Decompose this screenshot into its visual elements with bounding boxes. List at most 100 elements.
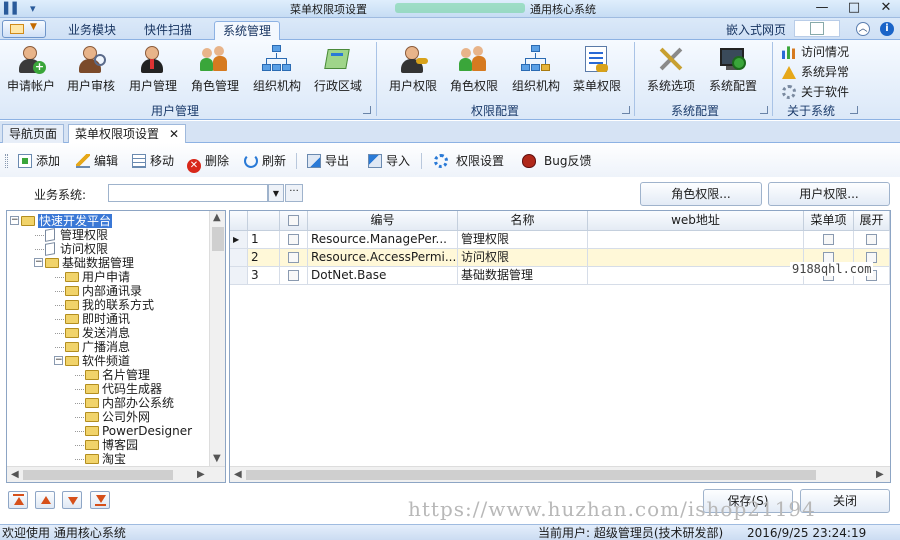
- permission-tree[interactable]: 快速开发平台 − 管理权限 访问权限 基础数据管理 − 用户申请 内部通讯录 我的联系方式 即时通…: [6, 210, 226, 483]
- tree-node[interactable]: 博客园: [85, 438, 138, 452]
- tree-node[interactable]: 我的联系方式: [65, 298, 154, 312]
- group-launcher-icon[interactable]: [363, 106, 371, 114]
- about-software-button[interactable]: 关于软件: [782, 83, 849, 101]
- role-manage-button[interactable]: 角色管理: [184, 44, 246, 100]
- grid-horizontal-scrollbar[interactable]: ◀ ▶: [230, 466, 890, 482]
- delete-button[interactable]: ✕ 删除: [187, 152, 229, 173]
- scroll-thumb[interactable]: [23, 470, 173, 480]
- row-select-checkbox[interactable]: [288, 252, 299, 263]
- row-select-cell[interactable]: [280, 249, 308, 267]
- cell-code[interactable]: DotNet.Base: [308, 267, 458, 285]
- edit-button[interactable]: 编辑: [76, 152, 118, 170]
- row-select-checkbox[interactable]: [288, 234, 299, 245]
- more-button[interactable]: ···: [285, 184, 303, 202]
- maximize-button[interactable]: □: [840, 0, 868, 17]
- cell-web[interactable]: [588, 267, 804, 285]
- tree-node[interactable]: 发送消息: [65, 326, 130, 340]
- close-button[interactable]: ✕: [872, 0, 900, 17]
- embed-webpage-checkbox[interactable]: [810, 22, 824, 35]
- info-icon[interactable]: i: [880, 22, 894, 36]
- tree-node[interactable]: 基础数据管理: [45, 256, 134, 270]
- tab-business-module[interactable]: 业务模块: [60, 21, 124, 40]
- tree-horizontal-scrollbar[interactable]: ◀ ▶: [7, 466, 225, 482]
- tree-node[interactable]: 管理权限: [45, 228, 108, 242]
- scroll-thumb[interactable]: [212, 227, 224, 251]
- scroll-right-icon[interactable]: ▶: [197, 469, 205, 480]
- permission-settings-button[interactable]: 权限设置: [434, 152, 504, 170]
- admin-region-button[interactable]: 行政区域: [307, 44, 369, 100]
- tree-node[interactable]: 公司外网: [85, 410, 150, 424]
- group-launcher-icon[interactable]: [760, 106, 768, 114]
- tree-node[interactable]: 软件频道: [65, 354, 130, 368]
- cell-code[interactable]: Resource.AccessPermi...: [308, 249, 458, 267]
- apply-account-button[interactable]: + 申请帐户: [0, 44, 62, 100]
- tab-menu-permission-settings[interactable]: 菜单权限项设置 ✕: [68, 124, 187, 143]
- user-audit-button[interactable]: 用户审核: [60, 44, 122, 100]
- tree-vertical-scrollbar[interactable]: ▲ ▼: [209, 211, 225, 467]
- collapse-icon[interactable]: −: [54, 356, 63, 365]
- cell-web[interactable]: [588, 231, 804, 249]
- grid-header-menu-item[interactable]: 菜单项: [804, 211, 854, 231]
- scroll-left-icon[interactable]: ◀: [11, 469, 19, 480]
- close-tab-icon[interactable]: ✕: [169, 127, 179, 141]
- tree-node[interactable]: PowerDesigner: [85, 424, 192, 438]
- move-up-button[interactable]: [35, 491, 55, 509]
- refresh-button[interactable]: 刷新: [244, 152, 286, 170]
- tab-system-manage[interactable]: 系统管理: [214, 21, 281, 40]
- collapse-icon[interactable]: −: [34, 258, 43, 267]
- minimize-button[interactable]: —: [808, 0, 836, 17]
- group-launcher-icon[interactable]: [850, 106, 858, 114]
- scroll-right-icon[interactable]: ▶: [876, 469, 884, 480]
- export-button[interactable]: 导出: [307, 152, 349, 170]
- cell-name[interactable]: 基础数据管理: [458, 267, 588, 285]
- quick-access-icon[interactable]: ▌▌: [4, 2, 21, 15]
- scroll-down-icon[interactable]: ▼: [213, 453, 221, 464]
- tree-node[interactable]: 名片管理: [85, 368, 150, 382]
- expand-checkbox[interactable]: [866, 234, 877, 245]
- move-down-button[interactable]: [62, 491, 82, 509]
- bug-report-button[interactable]: Bug反馈: [522, 152, 591, 170]
- business-system-select[interactable]: [108, 184, 268, 202]
- tree-node[interactable]: 即时通讯: [65, 312, 130, 326]
- user-permission-button[interactable]: 用户权限: [382, 44, 444, 100]
- tree-node[interactable]: 访问权限: [45, 242, 108, 256]
- menu-item-checkbox[interactable]: [823, 234, 834, 245]
- collapse-icon[interactable]: −: [10, 216, 19, 225]
- tree-node[interactable]: 内部办公系统: [85, 396, 174, 410]
- grid-header-expand[interactable]: 展开: [854, 211, 890, 231]
- scroll-left-icon[interactable]: ◀: [234, 469, 242, 480]
- permission-grid[interactable]: 编号 名称 web地址 菜单项 展开 ▶ 1 Resource.ManagePer.…: [229, 210, 891, 483]
- grid-header-code[interactable]: 编号: [308, 211, 458, 231]
- app-menu-button[interactable]: ▼: [2, 20, 46, 38]
- grid-header-web[interactable]: web地址: [588, 211, 804, 231]
- access-stats-button[interactable]: 访问情况: [782, 43, 849, 61]
- grid-header-select[interactable]: [280, 211, 308, 231]
- system-exception-button[interactable]: 系统异常: [782, 63, 849, 81]
- org-permission-button[interactable]: 组织机构: [505, 44, 567, 100]
- cell-name[interactable]: 管理权限: [458, 231, 588, 249]
- collapse-ribbon-icon[interactable]: ︿: [856, 22, 870, 36]
- select-all-checkbox[interactable]: [288, 215, 299, 226]
- user-manage-button[interactable]: 用户管理: [122, 44, 184, 100]
- org-structure-button[interactable]: 组织机构: [246, 44, 308, 100]
- expand-cell[interactable]: [854, 231, 890, 249]
- row-select-cell[interactable]: [280, 267, 308, 285]
- cell-num[interactable]: 1: [248, 231, 280, 249]
- scroll-up-icon[interactable]: ▲: [213, 212, 221, 223]
- menu-permission-button[interactable]: 菜单权限: [566, 44, 628, 100]
- quick-access-dropdown-icon[interactable]: ▾: [30, 2, 36, 15]
- cell-num[interactable]: 2: [248, 249, 280, 267]
- tree-node[interactable]: 用户申请: [65, 270, 130, 284]
- import-button[interactable]: 导入: [368, 152, 410, 170]
- move-bottom-button[interactable]: [90, 491, 110, 509]
- group-launcher-icon[interactable]: [622, 106, 630, 114]
- tree-node[interactable]: 淘宝: [85, 452, 126, 466]
- user-permission-dialog-button[interactable]: 用户权限...: [768, 182, 890, 206]
- system-options-button[interactable]: 系统选项: [640, 44, 702, 100]
- tab-navigation-page[interactable]: 导航页面: [2, 124, 65, 143]
- menu-item-cell[interactable]: [804, 231, 854, 249]
- chevron-down-icon[interactable]: ▼: [268, 184, 284, 202]
- tree-node[interactable]: 广播消息: [65, 340, 130, 354]
- move-button[interactable]: 移动: [132, 152, 174, 170]
- system-config-button[interactable]: 系统配置: [702, 44, 764, 100]
